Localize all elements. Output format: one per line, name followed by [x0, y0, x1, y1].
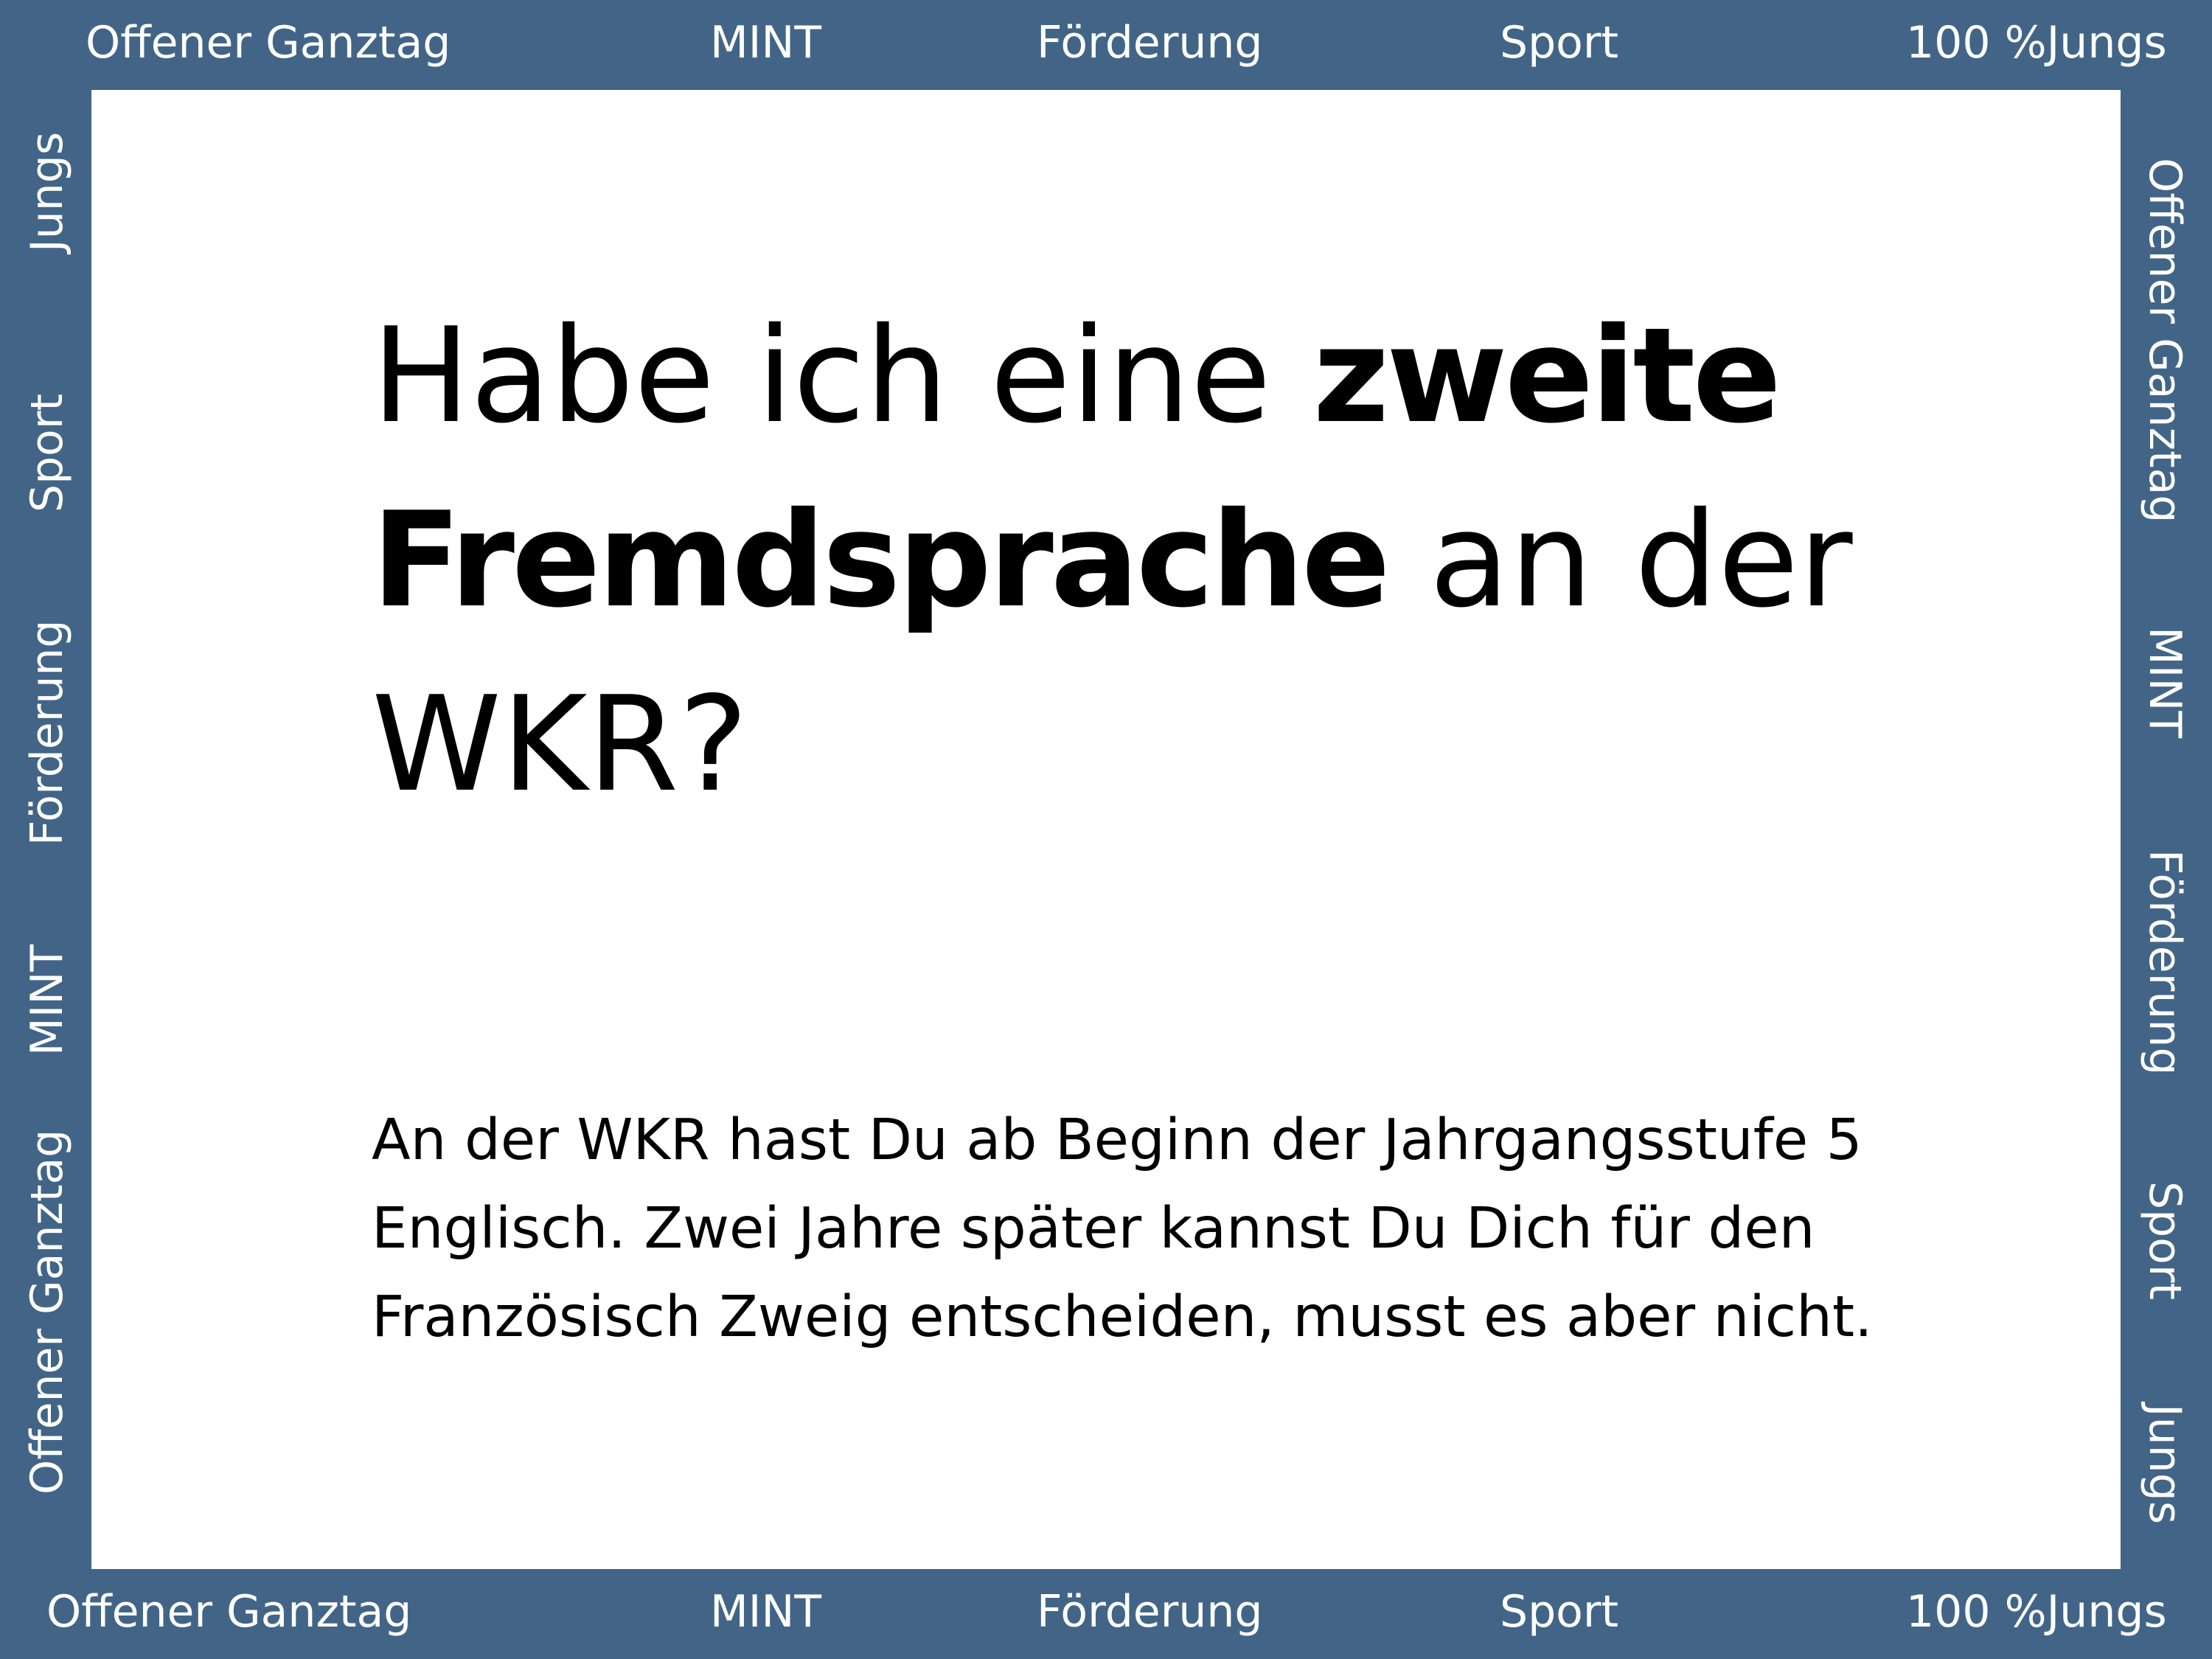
- frame-left-word: Förderung: [21, 619, 73, 846]
- frame-right-word: Jungs: [2139, 1404, 2191, 1525]
- frame-top-word: 100 %Jungs: [1906, 17, 2167, 69]
- frame-top-word: Förderung: [1037, 17, 1263, 69]
- frame-top: Offener Ganztag MINT Förderung Sport 100…: [0, 0, 2212, 90]
- frame-right: Offener Ganztag MINT Förderung Sport Jun…: [2121, 90, 2212, 1569]
- frame-left-word: Sport: [21, 393, 73, 512]
- slide-content: Habe ich eine zweite Fremdsprache an der…: [91, 90, 2121, 1569]
- frame-bottom-word: 100 %Jungs: [1906, 1586, 2167, 1638]
- frame-bottom-word: Sport: [1500, 1586, 1619, 1638]
- frame-bottom-word: Offener Ganztag: [46, 1586, 412, 1638]
- frame-right-word: MINT: [2139, 627, 2191, 738]
- frame-top-word: Offener Ganztag: [86, 17, 451, 69]
- frame-top-word: MINT: [710, 17, 821, 69]
- frame-left-word: MINT: [21, 945, 73, 1056]
- frame-top-word: Sport: [1500, 17, 1619, 69]
- frame-bottom-word: MINT: [710, 1586, 821, 1638]
- frame-left: Jungs Sport Förderung MINT Offener Ganzt…: [0, 90, 91, 1569]
- frame-left-word: Jungs: [21, 131, 73, 252]
- slide-heading: Habe ich eine zweite Fremdsprache an der…: [372, 284, 1920, 837]
- frame-bottom: Offener Ganztag MINT Förderung Sport 100…: [0, 1569, 2212, 1659]
- heading-part-1: Habe ich eine: [372, 299, 1313, 452]
- frame-left-word: Offener Ganztag: [21, 1129, 73, 1495]
- frame-right-word: Förderung: [2139, 849, 2191, 1076]
- frame-right-word: Offener Ganztag: [2139, 158, 2191, 524]
- frame-right-word: Sport: [2139, 1181, 2191, 1301]
- slide-body-text: An der WKR hast Du ab Beginn der Jahrgan…: [372, 1107, 1873, 1350]
- frame-bottom-word: Förderung: [1037, 1586, 1263, 1638]
